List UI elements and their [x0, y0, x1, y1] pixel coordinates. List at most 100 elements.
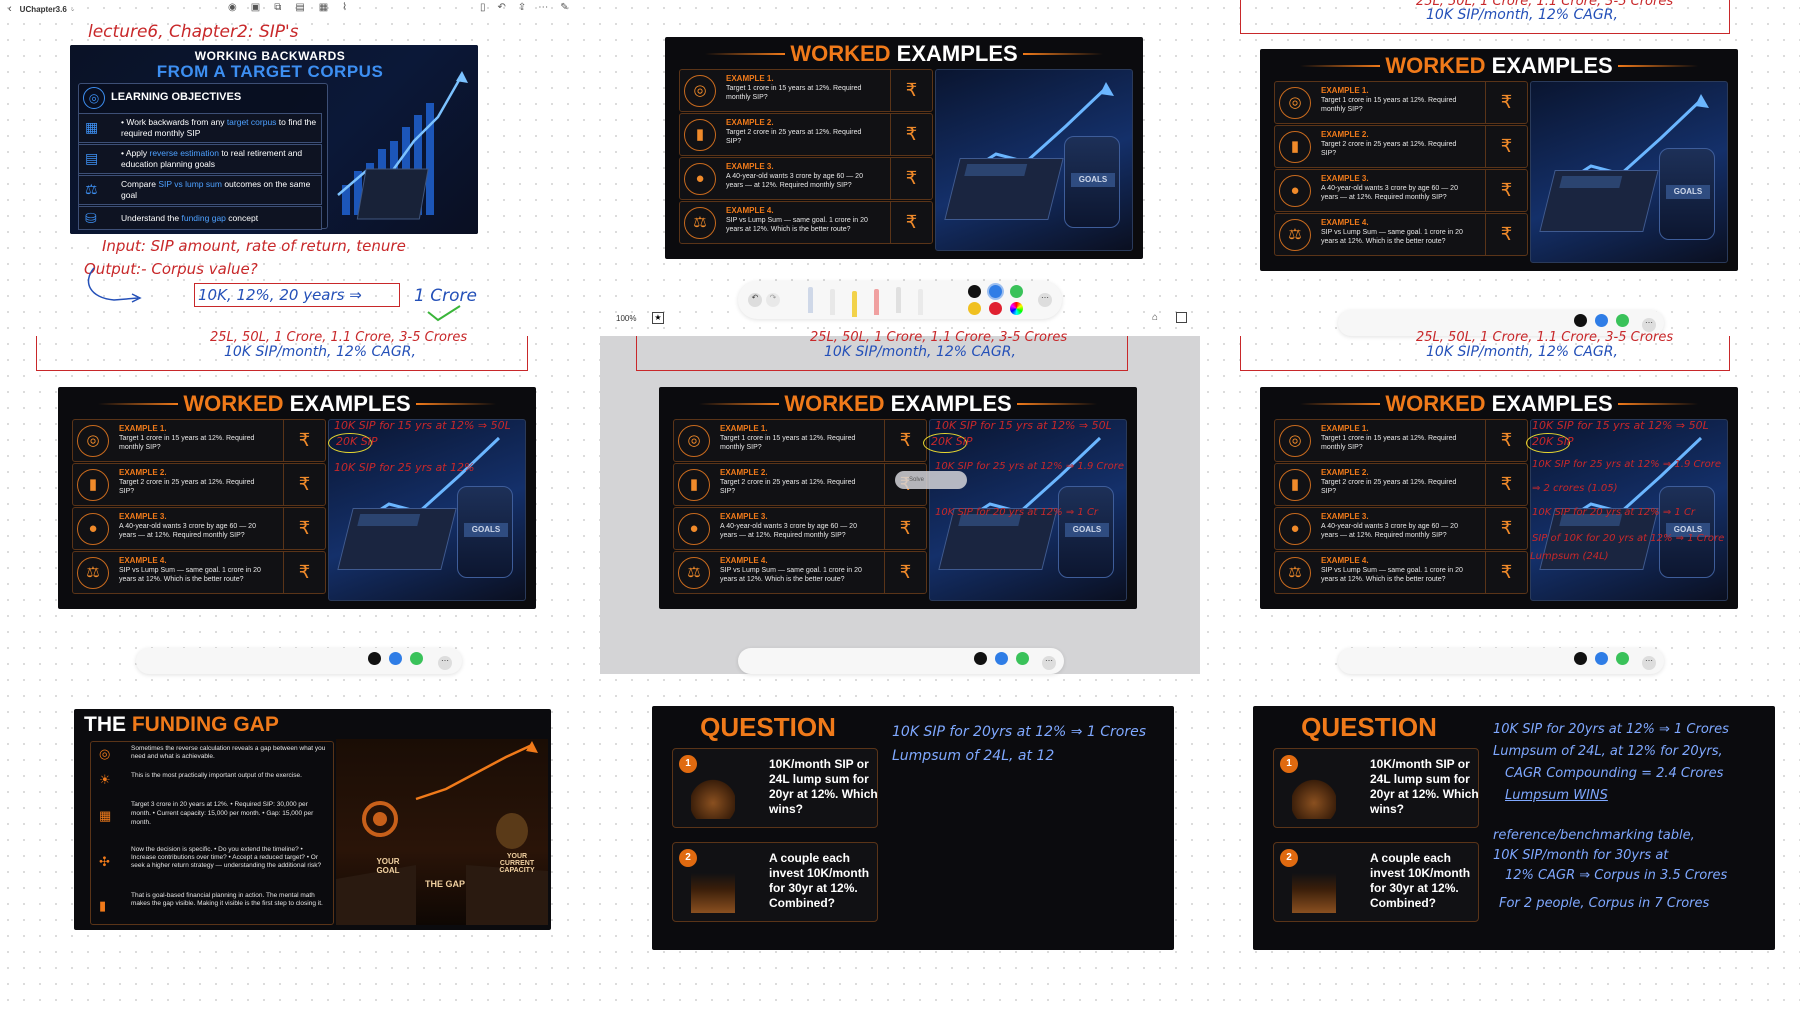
toolbar-more-icon[interactable]: ⋯	[1038, 293, 1052, 307]
question-1-text: 10K/month SIP or 24L lump sum for 20yr a…	[1370, 757, 1479, 816]
edit-icon[interactable]: ✎	[560, 2, 568, 13]
point-2: This is the most practically important o…	[131, 772, 302, 779]
slide-title: QUESTION	[700, 712, 836, 742]
rupee-icon: ₹	[890, 158, 932, 199]
pen-tool[interactable]	[808, 287, 813, 313]
color-yellow[interactable]	[968, 302, 981, 315]
question-2-text: A couple each invest 10K/month for 30yr …	[769, 851, 870, 910]
delete-icon[interactable]: ▯	[480, 2, 486, 13]
question-card-1: 1 10K/month SIP or 24L lump sum for 20yr…	[1273, 748, 1479, 828]
example-row-2: ▮ EXAMPLE 2. Target 2 crore in 25 years at…	[1274, 463, 1528, 506]
note-input: Input: SIP amount, rate of return, tenur…	[102, 237, 406, 255]
annotation-7: SIP of 10K for 20 yrs at 12% ⇒ 1 Crore	[1532, 533, 1725, 544]
person-icon: ●	[1279, 175, 1311, 207]
the-gap-label: THE GAP	[424, 879, 465, 889]
zoom-level[interactable]: 100%	[616, 314, 636, 323]
goals-jar-graphic: GOALS	[1064, 136, 1120, 228]
favorite-icon[interactable]: ★	[652, 312, 664, 324]
toolbar-more-icon[interactable]: ⋯	[438, 656, 452, 670]
pencil-tool[interactable]	[896, 287, 901, 313]
title-chevron-icon[interactable]: ⌄	[70, 5, 76, 13]
solve-button[interactable]: Solve	[895, 471, 967, 489]
color-blue[interactable]	[995, 652, 1008, 665]
scale-icon: ⚖	[1279, 219, 1311, 251]
color-green[interactable]	[1616, 314, 1629, 327]
rupee-icon: ₹	[1485, 508, 1527, 549]
annotation-2: 20K SIP	[931, 435, 973, 448]
highlighter-tool[interactable]	[852, 291, 857, 317]
note-strip-ml: 10K SIP/month, 12% CAGR,	[224, 344, 416, 360]
color-blue[interactable]	[389, 652, 402, 665]
funding-points-panel: Sometimes the reverse calculation reveal…	[90, 741, 334, 925]
sticky-note-icon[interactable]: ▤	[295, 2, 304, 13]
color-black[interactable]	[1574, 314, 1587, 327]
note-example: 10K, 12%, 20 years ⇒	[198, 286, 362, 304]
toolbar-more-icon[interactable]: ⋯	[1042, 656, 1056, 670]
color-picker[interactable]	[1010, 302, 1023, 315]
color-black[interactable]	[368, 652, 381, 665]
pen-toolbar-middle: ⋯	[738, 648, 1064, 674]
color-green[interactable]	[410, 652, 423, 665]
shapes-icon[interactable]: ⧉	[274, 2, 281, 13]
color-green[interactable]	[1010, 285, 1023, 298]
annotation-2: 20K SIP	[336, 435, 378, 448]
slide-learning-objectives: WORKING BACKWARDS FROM A TARGET CORPUS ◎…	[70, 45, 478, 234]
color-green[interactable]	[1016, 652, 1029, 665]
color-green[interactable]	[1616, 652, 1629, 665]
qnote-line4: Lumpsum WINS	[1505, 788, 1608, 803]
scale-icon: ⚖	[678, 557, 710, 589]
rupee-icon: ₹	[283, 508, 325, 549]
slide-funding-gap: THE FUNDING GAP Sometimes the reverse ca…	[74, 709, 551, 930]
rupee-icon: ₹	[1485, 170, 1527, 211]
pen-mode-icon[interactable]: ◉	[228, 2, 237, 13]
table-icon[interactable]: ▦	[319, 2, 328, 13]
color-black[interactable]	[1574, 652, 1587, 665]
undo-icon[interactable]: ↶	[748, 293, 762, 307]
attachment-icon[interactable]: ⌇	[342, 2, 347, 13]
green-check-mark	[427, 305, 461, 322]
lasso-tool[interactable]	[918, 289, 923, 315]
example-row-4: ⚖ EXAMPLE 4. SIP vs Lump Sum — same goal. …	[1274, 213, 1528, 256]
point-3: Target 3 crore in 20 years at 12%. • Req…	[131, 801, 314, 826]
rupee-icon: ₹	[884, 508, 926, 549]
color-blue-selected[interactable]	[989, 285, 1002, 298]
rupee-icon: ₹	[1485, 464, 1527, 505]
fineliner-tool[interactable]	[830, 289, 835, 315]
document-title[interactable]: UChapter3.6	[20, 5, 67, 14]
bar-chart-icon: ▮	[1279, 131, 1311, 163]
note-strip-mr: 10K SIP/month, 12% CAGR,	[1426, 344, 1618, 360]
share-icon[interactable]: ⇪	[518, 2, 526, 13]
person-icon: ●	[1279, 513, 1311, 545]
target-icon: ◎	[77, 425, 109, 457]
toolbar-more-icon[interactable]: ⋯	[1642, 656, 1656, 670]
slide-title: THE FUNDING GAP	[84, 713, 279, 736]
color-black[interactable]	[974, 652, 987, 665]
annotation-1: 10K SIP for 15 yrs at 12% ⇒ 50L	[935, 419, 1112, 432]
target-icon: ◎	[678, 425, 710, 457]
target-icon: ◎	[99, 746, 111, 761]
couple-growth-icon	[691, 873, 735, 913]
bar-chart-icon: ▮	[684, 119, 716, 151]
lightbulb-icon: ☀	[99, 772, 111, 787]
color-red[interactable]	[989, 302, 1002, 315]
back-chevron-icon[interactable]: ‹	[8, 3, 12, 15]
color-blue[interactable]	[1595, 314, 1608, 327]
rupee-icon: ₹	[884, 552, 926, 593]
redo-icon[interactable]: ↷	[766, 293, 780, 307]
undo-icon[interactable]: ↶	[498, 2, 506, 13]
color-black[interactable]	[968, 285, 981, 298]
hand-tool-icon[interactable]: ⌂	[1152, 312, 1158, 323]
page-view-icon[interactable]	[1176, 312, 1187, 323]
note-strip-m: 10K SIP/month, 12% CAGR,	[824, 344, 1016, 360]
text-box-icon[interactable]: ▣	[251, 2, 260, 13]
annotation-3: 10K SIP for 25 yrs at 12% ⇒ 1.9 Crore	[935, 461, 1124, 472]
more-icon[interactable]: ⋯	[538, 2, 548, 13]
qnote-line2: Lumpsum of 24L, at 12% for 20yrs,	[1493, 744, 1723, 759]
target-icon: ◎	[684, 75, 716, 107]
example-row-2: ▮ EXAMPLE 2. Target 2 crore in 25 years at…	[72, 463, 326, 506]
qnote-line5: reference/benchmarking table,	[1493, 828, 1695, 843]
target-icon: ◎	[1279, 87, 1311, 119]
eraser-tool[interactable]	[874, 289, 879, 315]
note-strip-cut-ml: 25L, 50L, 1 Crore, 1.1 Crore, 3-5 Crores	[210, 330, 468, 345]
color-blue[interactable]	[1595, 652, 1608, 665]
